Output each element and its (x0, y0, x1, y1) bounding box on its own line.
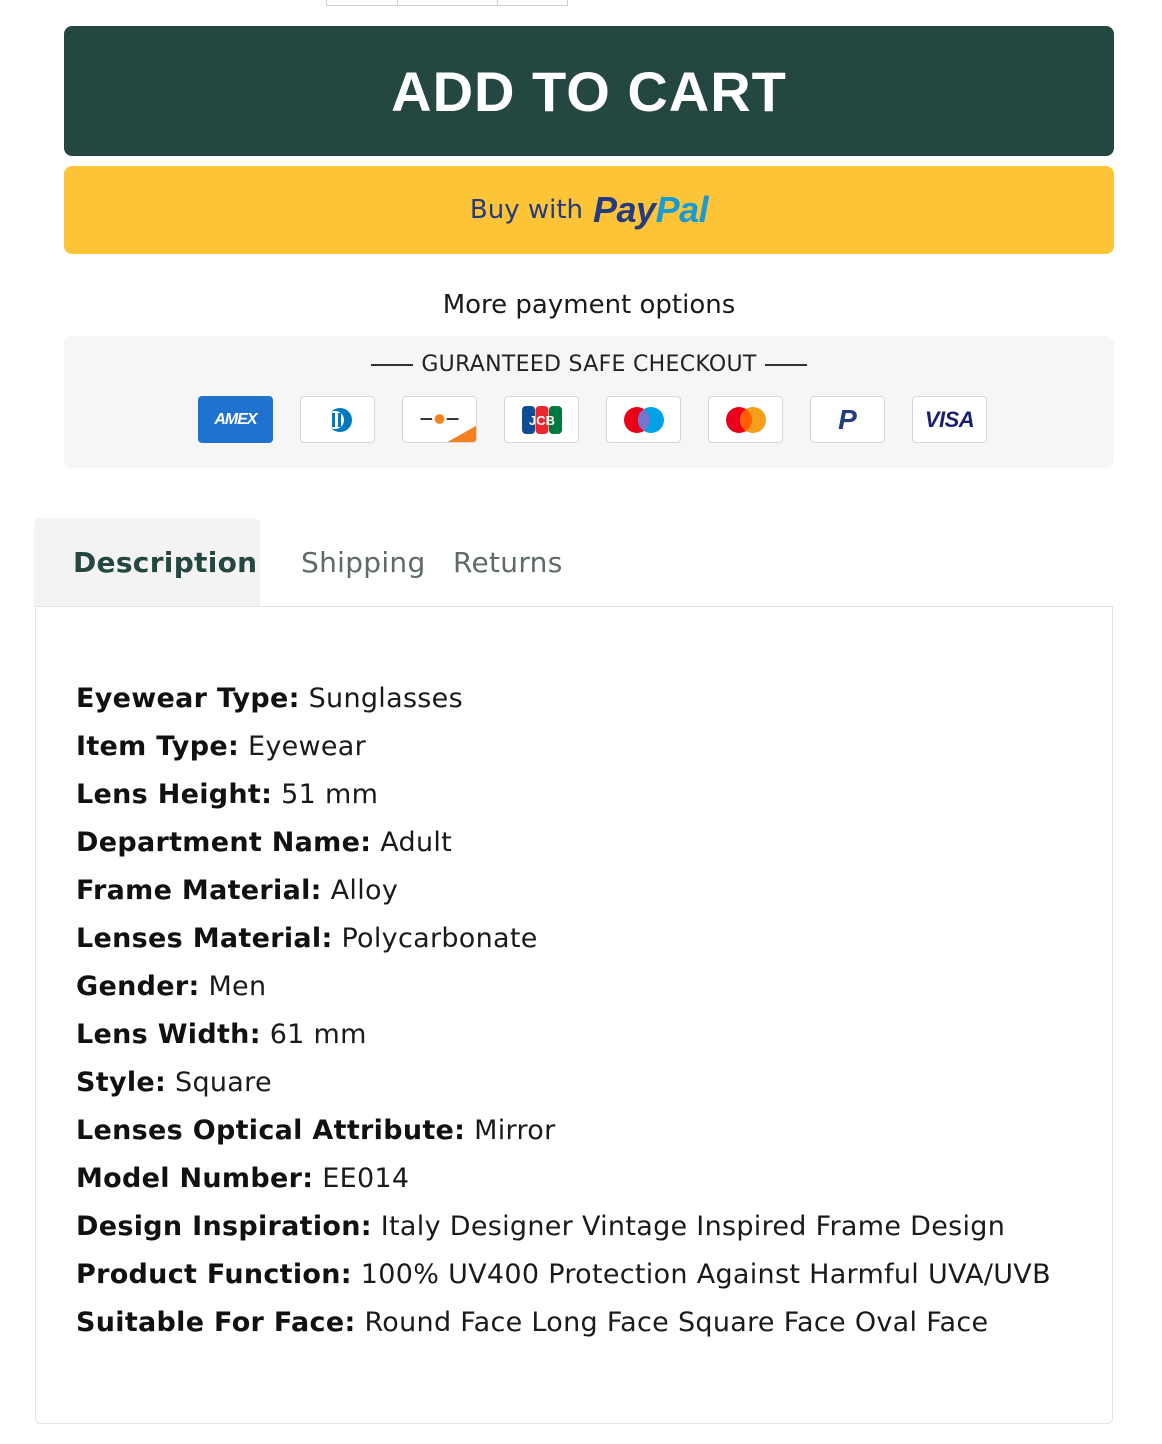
spec-list: Eyewear Type: Sunglasses Item Type: Eyew… (76, 683, 1051, 1355)
spec-item: Design Inspiration: Italy Designer Vinta… (76, 1211, 1006, 1242)
quantity-selector-edge (326, 0, 568, 6)
spec-item: Style: Square (76, 1067, 272, 1098)
spec-item: Lenses Material: Polycarbonate (76, 923, 538, 954)
spec-item: Lenses Optical Attribute: Mirror (76, 1115, 556, 1146)
description-panel: Eyewear Type: Sunglasses Item Type: Eyew… (35, 606, 1113, 1424)
jcb-icon: JCB (504, 396, 579, 443)
visa-icon: VISA (912, 396, 987, 443)
maestro-icon (606, 396, 681, 443)
tab-returns[interactable]: Returns (453, 518, 563, 607)
paypal-logo: PayPal (593, 189, 709, 230)
payment-methods: AMEX JCB P VISA (198, 396, 987, 443)
spec-item: Item Type: Eyewear (76, 731, 367, 762)
discover-icon (402, 396, 477, 443)
svg-text:JCB: JCB (528, 413, 554, 428)
spec-item: Department Name: Adult (76, 827, 453, 858)
divider (764, 363, 807, 366)
more-payment-options-link[interactable]: More payment options (64, 290, 1114, 320)
safe-checkout-heading: GURANTEED SAFE CHECKOUT (64, 352, 1114, 377)
paypal-icon: P (810, 396, 885, 443)
spec-item: Lens Width: 61 mm (76, 1019, 367, 1050)
tab-shipping[interactable]: Shipping (260, 518, 453, 607)
mastercard-icon (708, 396, 783, 443)
add-to-cart-button[interactable]: ADD TO CART (64, 26, 1114, 156)
spec-item: Frame Material: Alloy (76, 875, 399, 906)
spec-item: Lens Height: 51 mm (76, 779, 379, 810)
safe-checkout-title: GURANTEED SAFE CHECKOUT (421, 352, 757, 377)
spec-item: Model Number: EE014 (76, 1163, 410, 1194)
paypal-checkout-button[interactable]: Buy with PayPal (64, 166, 1114, 254)
spec-item: Product Function: 100% UV400 Protection … (76, 1259, 1051, 1290)
safe-checkout-box: GURANTEED SAFE CHECKOUT AMEX JCB P VISA (64, 336, 1114, 468)
spec-item: Gender: Men (76, 971, 267, 1002)
spec-item: Eyewear Type: Sunglasses (76, 683, 463, 714)
spec-item: Suitable For Face: Round Face Long Face … (76, 1307, 989, 1338)
amex-icon: AMEX (198, 396, 273, 443)
tab-description[interactable]: Description (34, 518, 260, 607)
divider (371, 363, 414, 366)
paypal-button-prefix: Buy with (469, 195, 584, 225)
product-info-tabs: Description Shipping Returns (34, 518, 563, 607)
diners-club-icon (300, 396, 375, 443)
